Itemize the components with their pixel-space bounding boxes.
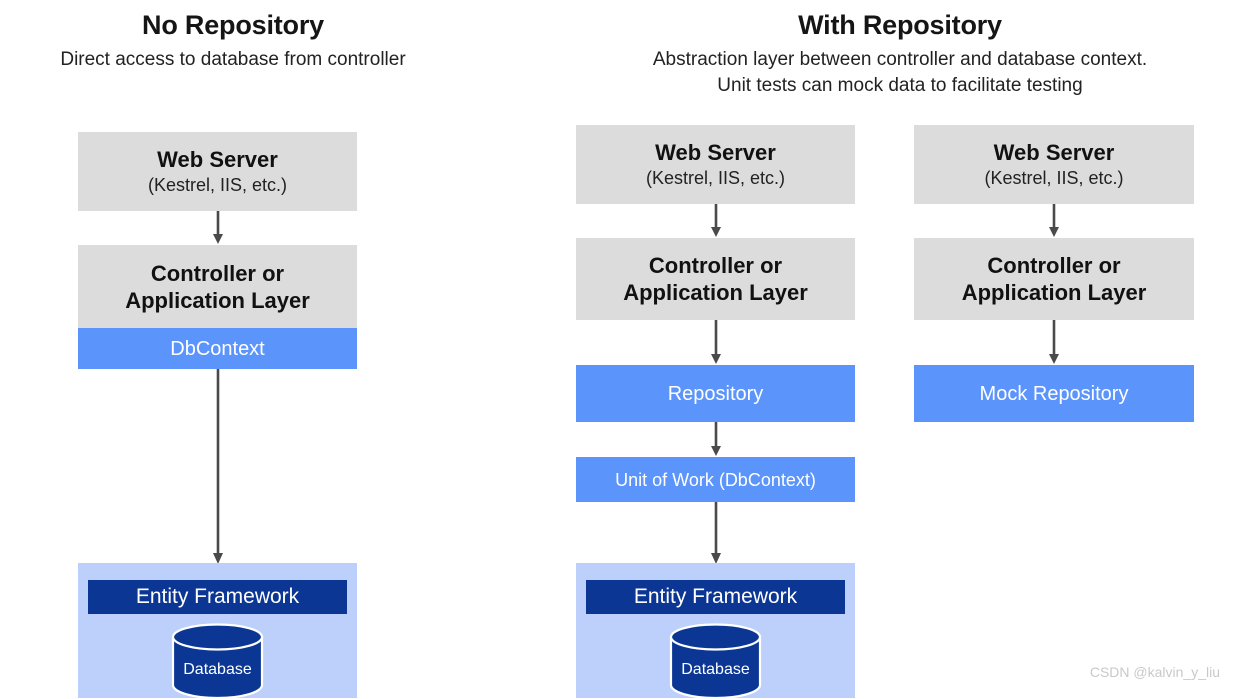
column-title-no-repository: No Repository xyxy=(142,10,324,40)
right-arrow-webserver-to-controller xyxy=(1046,204,1062,238)
left-web-server-subtitle: (Kestrel, IIS, etc.) xyxy=(147,175,288,195)
column-subtitle-with-repository-line1: Abstraction layer between controller and… xyxy=(652,49,1148,70)
middle-unit-of-work-label: Unit of Work (DbContext) xyxy=(615,469,816,490)
right-arrow-controller-to-mock-repository xyxy=(1046,320,1062,365)
left-controller-title-line2: Application Layer xyxy=(125,287,310,313)
middle-entity-framework-box[interactable]: Entity Framework xyxy=(586,580,845,614)
middle-arrow-unitofwork-to-ef xyxy=(708,502,724,565)
left-entity-framework-box[interactable]: Entity Framework xyxy=(88,580,347,614)
left-dbcontext-box[interactable]: DbContext xyxy=(78,328,357,369)
middle-web-server-box[interactable]: Web Server (Kestrel, IIS, etc.) xyxy=(576,125,855,204)
middle-entity-framework-label: Entity Framework xyxy=(633,585,798,608)
left-arrow-dbcontext-to-ef xyxy=(210,369,226,565)
left-data-layer-panel: Entity Framework Database xyxy=(78,563,357,699)
column-title-with-repository: With Repository xyxy=(798,10,1002,40)
middle-database-cylinder[interactable]: Database xyxy=(669,623,762,699)
watermark-text: CSDN @kalvin_y_liu xyxy=(1089,664,1220,680)
right-controller-box[interactable]: Controller or Application Layer xyxy=(914,238,1194,320)
middle-repository-label: Repository xyxy=(667,382,764,405)
right-mock-repository-box[interactable]: Mock Repository xyxy=(914,365,1194,422)
middle-arrow-repository-to-unitofwork xyxy=(708,422,724,457)
left-arrow-webserver-to-controller xyxy=(210,211,226,245)
right-mock-repository-label: Mock Repository xyxy=(979,382,1129,405)
left-database-cylinder[interactable]: Database xyxy=(171,623,264,699)
middle-data-layer-panel: Entity Framework Database xyxy=(576,563,855,699)
left-web-server-title: Web Server xyxy=(157,147,278,172)
right-web-server-title: Web Server xyxy=(993,140,1115,165)
middle-arrow-controller-to-repository xyxy=(708,320,724,365)
middle-arrow-webserver-to-controller xyxy=(708,204,724,238)
left-web-server-box[interactable]: Web Server (Kestrel, IIS, etc.) xyxy=(78,132,357,211)
column-header-no-repository: No Repository Direct access to database … xyxy=(0,8,466,73)
middle-repository-box[interactable]: Repository xyxy=(576,365,855,422)
middle-database-label: Database xyxy=(681,661,750,678)
right-controller-title-line2: Application Layer xyxy=(961,280,1147,305)
right-web-server-subtitle: (Kestrel, IIS, etc.) xyxy=(984,168,1124,188)
diagram-canvas: No Repository Direct access to database … xyxy=(0,0,1234,699)
right-web-server-box[interactable]: Web Server (Kestrel, IIS, etc.) xyxy=(914,125,1194,204)
column-subtitle-no-repository: Direct access to database from controlle… xyxy=(60,49,406,70)
left-dbcontext-label: DbContext xyxy=(170,337,265,360)
middle-web-server-subtitle: (Kestrel, IIS, etc.) xyxy=(645,168,786,188)
left-entity-framework-label: Entity Framework xyxy=(135,585,300,608)
left-controller-title-line1: Controller or xyxy=(150,260,285,286)
middle-controller-box[interactable]: Controller or Application Layer xyxy=(576,238,855,320)
middle-controller-title-line2: Application Layer xyxy=(623,280,808,305)
column-header-with-repository: With Repository Abstraction layer betwee… xyxy=(566,8,1234,99)
left-database-label: Database xyxy=(183,661,252,678)
middle-unit-of-work-box[interactable]: Unit of Work (DbContext) xyxy=(576,457,855,502)
column-subtitle-with-repository-line2: Unit tests can mock data to facilitate t… xyxy=(717,75,1083,96)
middle-controller-title-line1: Controller or xyxy=(648,253,783,278)
middle-web-server-title: Web Server xyxy=(655,140,776,165)
right-controller-title-line1: Controller or xyxy=(987,253,1121,278)
left-controller-box[interactable]: Controller or Application Layer xyxy=(78,245,357,328)
